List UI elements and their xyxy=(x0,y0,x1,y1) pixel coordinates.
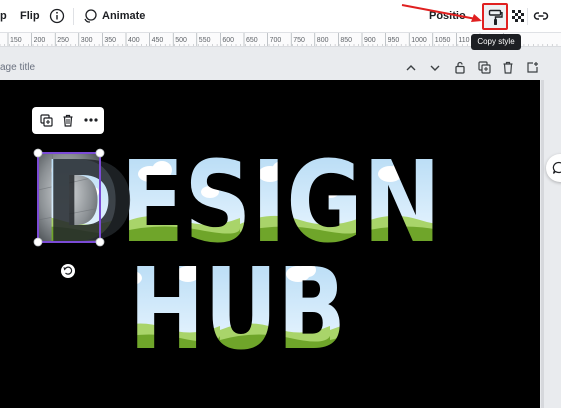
ruler-tick-label: 300 xyxy=(81,37,93,44)
ruler-tick-label: 350 xyxy=(104,37,116,44)
toolbar-partial-button[interactable]: p xyxy=(0,10,7,22)
ruler-tick-label: 150 xyxy=(10,37,22,44)
chevron-up-icon[interactable] xyxy=(405,62,417,74)
ruler-tick-label: 110 xyxy=(458,37,469,44)
ruler-tick-label: 550 xyxy=(199,37,211,44)
toolbar-divider xyxy=(527,8,528,25)
animate-icon[interactable] xyxy=(82,8,98,24)
resize-handle-bottom-right[interactable] xyxy=(95,237,105,247)
ruler-tick-label: 200 xyxy=(34,37,46,44)
annotation-arrow xyxy=(401,4,482,22)
delete-page-icon[interactable] xyxy=(502,61,514,74)
ruler-tick-label: 500 xyxy=(175,37,187,44)
editor-toolbar: p Flip Animate Positio xyxy=(0,0,561,33)
design-text-line-2[interactable]: HUB xyxy=(129,245,346,375)
resize-handle-top-right[interactable] xyxy=(95,148,105,158)
ruler-tick-label: 900 xyxy=(364,37,376,44)
resize-handle-bottom-left[interactable] xyxy=(33,237,43,247)
lock-icon[interactable] xyxy=(454,61,466,74)
copy-style-button[interactable] xyxy=(482,3,508,30)
copy-style-tooltip: Copy style xyxy=(471,34,521,50)
comment-button[interactable] xyxy=(546,154,561,182)
comment-icon xyxy=(552,161,561,174)
rotate-handle[interactable] xyxy=(61,264,75,278)
page-title[interactable]: age title xyxy=(0,62,35,73)
chevron-down-icon[interactable] xyxy=(429,62,441,74)
ruler-tick-label: 1050 xyxy=(435,37,451,44)
more-options-icon[interactable] xyxy=(84,118,98,122)
resize-handle-top-left[interactable] xyxy=(33,148,43,158)
element-context-bar xyxy=(32,107,104,134)
ruler-tick-label: 650 xyxy=(246,37,258,44)
toolbar-divider xyxy=(73,8,74,25)
page-header: age title xyxy=(0,56,561,80)
animate-button[interactable]: Animate xyxy=(102,10,145,22)
paint-roller-icon xyxy=(488,9,503,25)
ruler-tick-label: 450 xyxy=(152,37,164,44)
transparency-icon[interactable] xyxy=(512,10,524,22)
ruler-tick-label: 400 xyxy=(128,37,140,44)
ruler-tick-label: 600 xyxy=(222,37,234,44)
info-icon[interactable] xyxy=(49,8,65,24)
ruler-tick-label: 700 xyxy=(270,37,282,44)
duplicate-page-icon[interactable] xyxy=(478,61,491,74)
ruler-tick-label: 250 xyxy=(57,37,69,44)
ruler-tick-label: 850 xyxy=(340,37,352,44)
flip-button[interactable]: Flip xyxy=(20,10,40,22)
ruler-tick-label: 950 xyxy=(388,37,400,44)
ruler-tick-label: 1000 xyxy=(411,37,427,44)
canvas-scrollbar[interactable] xyxy=(541,80,544,408)
trash-icon[interactable] xyxy=(62,114,74,127)
metal-letter-d: D xyxy=(43,138,136,268)
duplicate-icon[interactable] xyxy=(40,114,53,127)
add-page-icon[interactable] xyxy=(526,61,539,74)
ruler-tick-label: 800 xyxy=(317,37,329,44)
link-icon[interactable] xyxy=(533,9,549,23)
ruler-tick-label: 750 xyxy=(293,37,305,44)
